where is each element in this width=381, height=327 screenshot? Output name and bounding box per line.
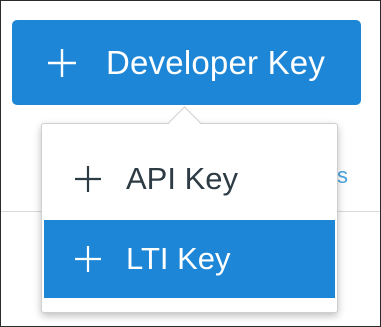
partially-hidden-background-text: s <box>337 163 348 188</box>
menu-item-lti-key-label: LTI Key <box>126 241 231 276</box>
developer-key-menu: API Key LTI Key <box>41 123 338 313</box>
plus-icon <box>75 246 101 272</box>
plus-icon <box>75 166 101 192</box>
menu-item-lti-key[interactable]: LTI Key <box>44 220 335 298</box>
screenshot-frame: s Developer Key API Key LTI Key <box>0 0 381 327</box>
menu-item-api-key[interactable]: API Key <box>44 140 335 218</box>
plus-icon <box>48 48 76 77</box>
developer-key-button-label: Developer Key <box>106 43 326 81</box>
developer-key-button[interactable]: Developer Key <box>12 20 361 105</box>
menu-item-api-key-label: API Key <box>126 161 238 196</box>
